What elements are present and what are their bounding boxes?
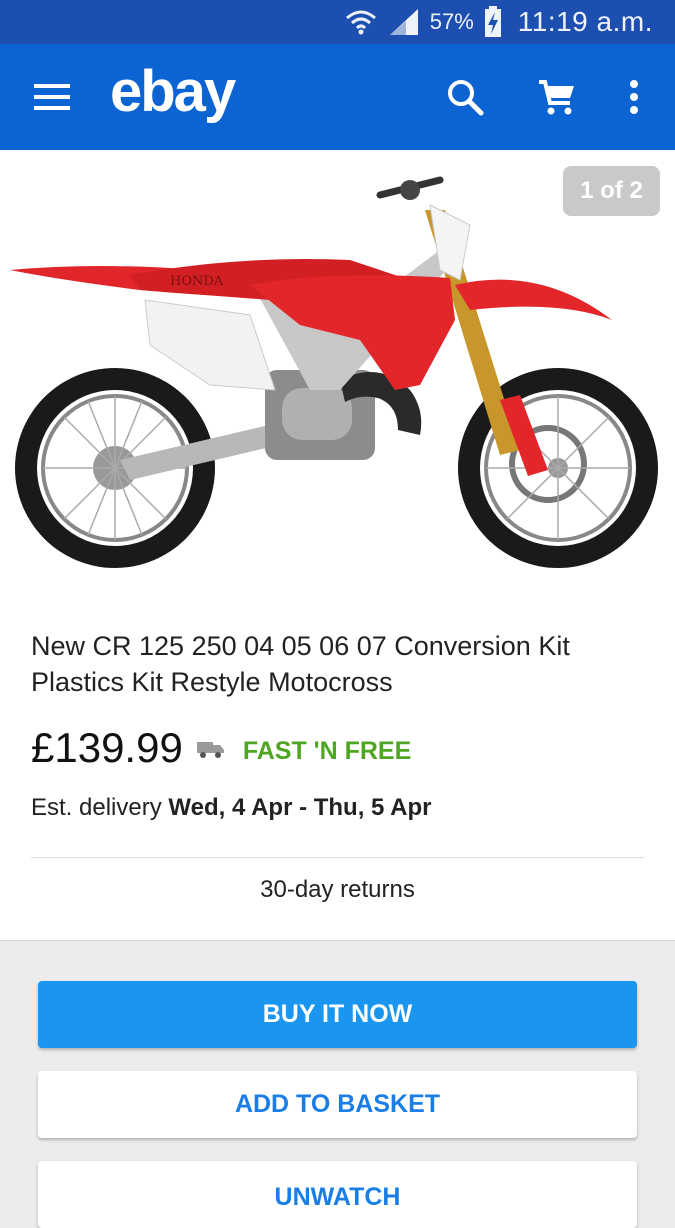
cart-icon[interactable] [532, 72, 582, 122]
ebay-logo[interactable]: ebay [110, 58, 236, 125]
shipping-badge: FAST 'N FREE [242, 736, 412, 765]
unwatch-button[interactable]: UNWATCH [38, 1161, 637, 1228]
estimated-delivery: Est. delivery Wed, 4 Apr - Thu, 5 Apr [31, 794, 432, 822]
buy-it-now-button[interactable]: BUY IT NOW [38, 981, 637, 1048]
delivery-truck-icon [192, 739, 225, 764]
price-row: £139.99 FAST 'N FREE [31, 724, 411, 772]
item-image-carousel[interactable]: HONDA 1 of 2 [0, 150, 675, 600]
status-bar: 57% 11:19 a.m. [0, 0, 675, 44]
item-price: £139.99 [31, 724, 183, 771]
dirt-bike-image: HONDA [10, 176, 658, 568]
honda-brand-text: HONDA [170, 274, 224, 289]
battery-charging-icon [484, 6, 502, 38]
delivery-prefix: Est. delivery [31, 794, 162, 821]
item-card: HONDA 1 of 2 New CR 125 250 04 05 06 07 … [0, 150, 675, 941]
image-counter: 1 of 2 [563, 166, 660, 216]
app-bar: ebay [0, 44, 675, 150]
item-title: New CR 125 250 04 05 06 07 Conversion Ki… [31, 631, 570, 697]
search-icon[interactable] [440, 72, 490, 122]
delivery-dates: Wed, 4 Apr - Thu, 5 Apr [168, 794, 432, 821]
returns-policy[interactable]: 30-day returns [0, 876, 675, 904]
signal-icon [388, 7, 420, 37]
divider [31, 857, 644, 858]
clock: 11:19 a.m. [517, 6, 653, 37]
menu-icon[interactable] [30, 77, 74, 117]
battery-percent: 57% [429, 9, 474, 34]
more-vert-icon[interactable] [612, 72, 656, 122]
wifi-icon [344, 7, 378, 37]
add-to-basket-button[interactable]: ADD TO BASKET [38, 1071, 637, 1138]
